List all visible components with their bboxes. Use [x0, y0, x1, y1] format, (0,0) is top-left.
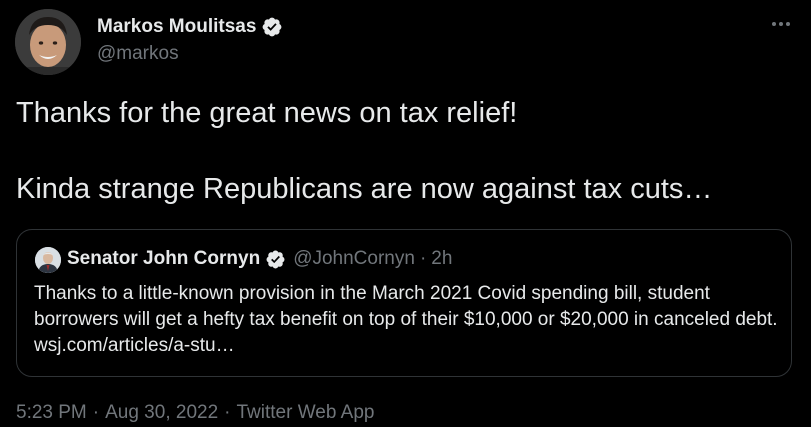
- tweet-time[interactable]: 5:23 PM: [16, 402, 87, 423]
- author-avatar[interactable]: [15, 9, 81, 75]
- more-options-icon: [772, 22, 790, 26]
- tweet-line-2: Kinda strange Republicans are now agains…: [16, 173, 713, 205]
- verified-badge-icon: [263, 17, 282, 37]
- quoted-timestamp: 2h: [431, 248, 453, 269]
- quoted-tweet-text: Thanks to a little-known provision in th…: [34, 283, 778, 356]
- meta-separator-1: ·: [92, 402, 100, 423]
- tweet-text: Thanks for the great news on tax relief!…: [16, 94, 801, 208]
- quoted-author-avatar: [35, 247, 61, 273]
- author-name: Markos Moulitsas: [97, 16, 257, 37]
- tweet-date[interactable]: Aug 30, 2022: [105, 402, 218, 423]
- tweet-source[interactable]: Twitter Web App: [236, 402, 374, 423]
- author-name-row[interactable]: Markos Moulitsas: [97, 16, 283, 38]
- quoted-author-name: Senator John Cornyn: [67, 248, 261, 269]
- more-options-button[interactable]: [766, 12, 796, 36]
- quoted-author-avatar-image: [35, 247, 61, 273]
- meta-separator-2: ·: [224, 402, 231, 423]
- author-handle[interactable]: @markos: [97, 43, 179, 65]
- quoted-author-handle: @JohnCornyn: [293, 248, 415, 269]
- tweet-line-break: [16, 132, 801, 170]
- quoted-verified-badge-icon: [266, 250, 285, 268]
- quoted-tweet-card[interactable]: Senator John Cornyn @JohnCornyn · 2h Tha…: [16, 229, 792, 377]
- tweet-meta: 5:23 PM · Aug 30, 2022 · Twitter Web App: [16, 402, 374, 424]
- tweet-line-1: Thanks for the great news on tax relief!: [16, 97, 518, 129]
- quoted-tweet-header: Senator John Cornyn @JohnCornyn · 2h: [67, 248, 452, 270]
- quoted-separator: ·: [419, 248, 427, 269]
- author-avatar-image: [15, 9, 81, 75]
